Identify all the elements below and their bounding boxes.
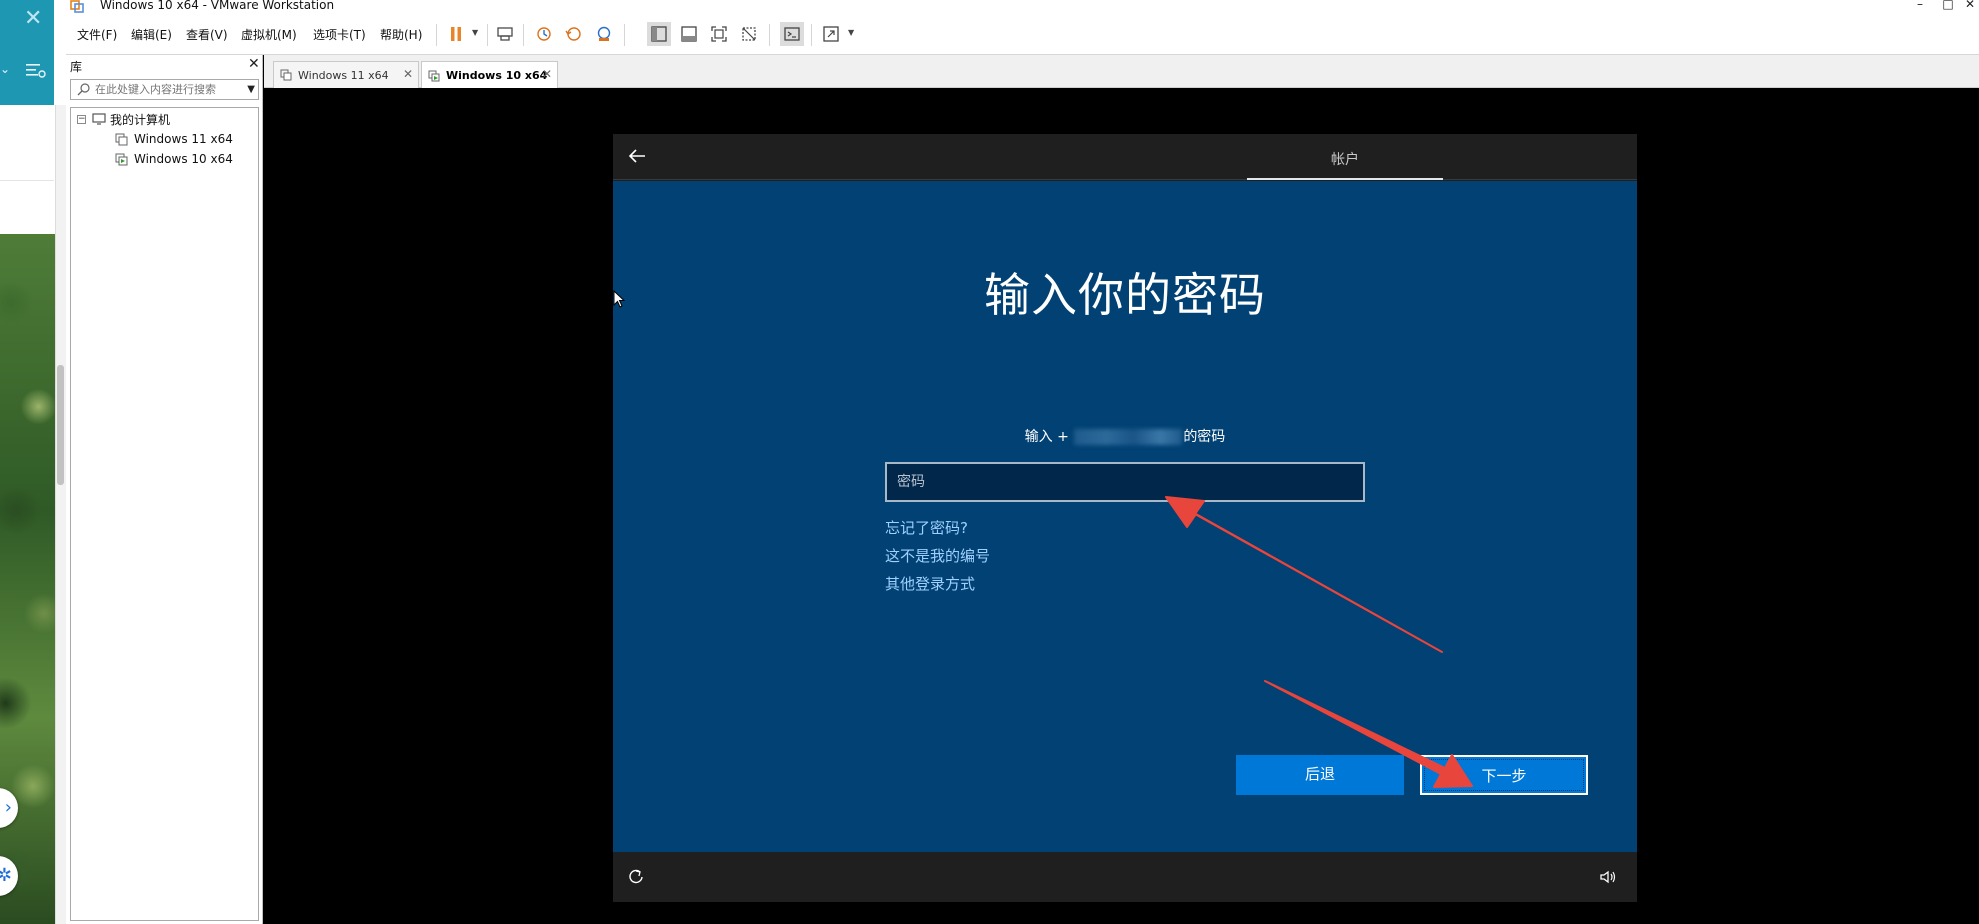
window-title: Windows 10 x64 - VMware Workstation <box>100 0 335 12</box>
pause-icon[interactable] <box>444 22 468 46</box>
oobe-top-bar: 帐户 <box>613 134 1637 180</box>
chevron-down-icon[interactable]: ▼ <box>247 84 255 95</box>
revert-snapshot-icon[interactable] <box>562 22 586 46</box>
tab-windows-11[interactable]: Windows 11 x64 ✕ <box>273 61 419 88</box>
oobe-section-tab: 帐户 <box>1331 152 1359 168</box>
library-search-input[interactable] <box>95 82 235 97</box>
close-button[interactable]: ✕ <box>1960 0 1979 11</box>
vm-tab-strip: Windows 11 x64 ✕ Windows 10 x64 ✕ <box>264 55 1979 89</box>
close-icon[interactable]: ✕ <box>24 6 42 31</box>
computer-icon <box>92 113 106 125</box>
tree-item-label: 我的计算机 <box>110 112 171 127</box>
oobe-content: 输入你的密码 输入 + 的密码 忘记了密码? 这不是我的编号 其他登录方式 后退… <box>613 181 1637 852</box>
oobe-window: 帐户 输入你的密码 输入 + 的密码 忘记了密码? 这不是我的编号 其他登录方式… <box>613 134 1637 902</box>
prompt-prefix: 输入 + <box>1024 429 1069 445</box>
tab-windows-10[interactable]: Windows 10 x64 ✕ <box>421 61 558 89</box>
minimize-button[interactable]: – <box>1910 0 1930 11</box>
menu-tabs[interactable]: 选项卡(T) <box>313 26 366 43</box>
library-header: 库 <box>70 60 83 74</box>
tree-item-label: Windows 10 x64 <box>134 152 233 166</box>
library-close-icon[interactable]: ✕ <box>248 56 260 72</box>
mouse-cursor-icon <box>613 290 625 308</box>
tree-item-my-computer[interactable]: − 我的计算机 <box>77 110 170 128</box>
scrollbar[interactable] <box>55 105 66 924</box>
scrollbar-thumb[interactable] <box>57 365 64 485</box>
menu-bar: 文件(F) 编辑(E) 查看(V) 虚拟机(M) 选项卡(T) 帮助(H) ▼ … <box>66 14 1979 55</box>
snapshot-manager-icon[interactable] <box>592 22 616 46</box>
not-my-number-link[interactable]: 这不是我的编号 <box>885 545 990 566</box>
other-sign-in-link[interactable]: 其他登录方式 <box>885 573 975 594</box>
window-title-bar: Windows 10 x64 - VMware Workstation – □ … <box>0 0 1979 14</box>
thumbnail-bar-icon[interactable] <box>677 22 701 46</box>
toolbar-separator <box>487 24 488 46</box>
snapshot-icon[interactable] <box>532 22 556 46</box>
back-arrow-icon[interactable] <box>625 144 649 168</box>
next-button[interactable]: 下一步 <box>1420 755 1588 795</box>
oobe-tab-underline <box>1247 178 1443 180</box>
menu-icon[interactable] <box>26 62 46 78</box>
toolbar-separator <box>523 24 524 46</box>
chevron-down-icon[interactable]: ⌄ <box>0 62 10 76</box>
chevron-down-icon[interactable]: ▼ <box>848 28 854 37</box>
background-app-strip: ✕ ⌄ › ✲ <box>0 0 66 924</box>
vm-running-icon <box>428 70 440 81</box>
menu-view[interactable]: 查看(V) <box>186 26 228 43</box>
menu-help[interactable]: 帮助(H) <box>380 26 422 43</box>
toolbar-separator <box>624 24 625 46</box>
prompt-suffix: 的密码 <box>1183 429 1226 445</box>
tab-label: Windows 10 x64 <box>446 69 548 82</box>
redacted-account <box>1074 429 1183 445</box>
tab-label: Windows 11 x64 <box>298 68 389 82</box>
tab-close-icon[interactable]: ✕ <box>403 67 413 81</box>
search-icon <box>77 83 90 96</box>
password-input[interactable] <box>885 462 1365 502</box>
console-icon[interactable] <box>780 22 804 46</box>
library-panel: 库 ✕ ▼ − 我的计算机 Windows 11 x64 Windows 10 … <box>66 55 263 924</box>
show-library-icon[interactable] <box>647 22 671 46</box>
library-search-box[interactable]: ▼ <box>70 79 259 100</box>
vmware-app-icon <box>70 0 84 13</box>
stretch-guest-icon[interactable] <box>819 22 843 46</box>
tree-item-vm[interactable]: Windows 10 x64 <box>115 150 233 168</box>
tree-item-label: Windows 11 x64 <box>134 132 233 146</box>
volume-icon[interactable] <box>1599 868 1617 886</box>
toolbar-separator <box>811 24 812 46</box>
forgot-password-link[interactable]: 忘记了密码? <box>885 517 968 538</box>
send-keys-icon[interactable] <box>493 22 517 46</box>
chevron-down-icon[interactable]: ▼ <box>472 28 478 37</box>
full-screen-icon[interactable] <box>707 22 731 46</box>
back-button[interactable]: 后退 <box>1236 755 1404 795</box>
tab-close-icon[interactable]: ✕ <box>542 67 552 81</box>
unity-mode-icon[interactable] <box>737 22 761 46</box>
page-title: 输入你的密码 <box>984 268 1266 322</box>
toolbar-separator <box>769 24 770 46</box>
maximize-button[interactable]: □ <box>1938 0 1958 11</box>
password-prompt: 输入 + 的密码 <box>613 426 1637 446</box>
menu-file[interactable]: 文件(F) <box>77 26 117 43</box>
collapse-icon[interactable]: − <box>77 114 86 124</box>
vm-icon <box>280 69 292 81</box>
library-tree: − 我的计算机 Windows 11 x64 Windows 10 x64 <box>70 107 259 921</box>
divider <box>0 180 54 181</box>
accessibility-icon[interactable] <box>627 868 645 886</box>
tree-item-vm[interactable]: Windows 11 x64 <box>115 130 233 148</box>
vm-icon <box>115 133 128 145</box>
menu-vm[interactable]: 虚拟机(M) <box>241 26 297 43</box>
oobe-bottom-bar <box>613 852 1637 902</box>
toolbar-separator <box>436 24 437 46</box>
menu-edit[interactable]: 编辑(E) <box>131 26 172 43</box>
vm-running-icon <box>115 153 128 165</box>
